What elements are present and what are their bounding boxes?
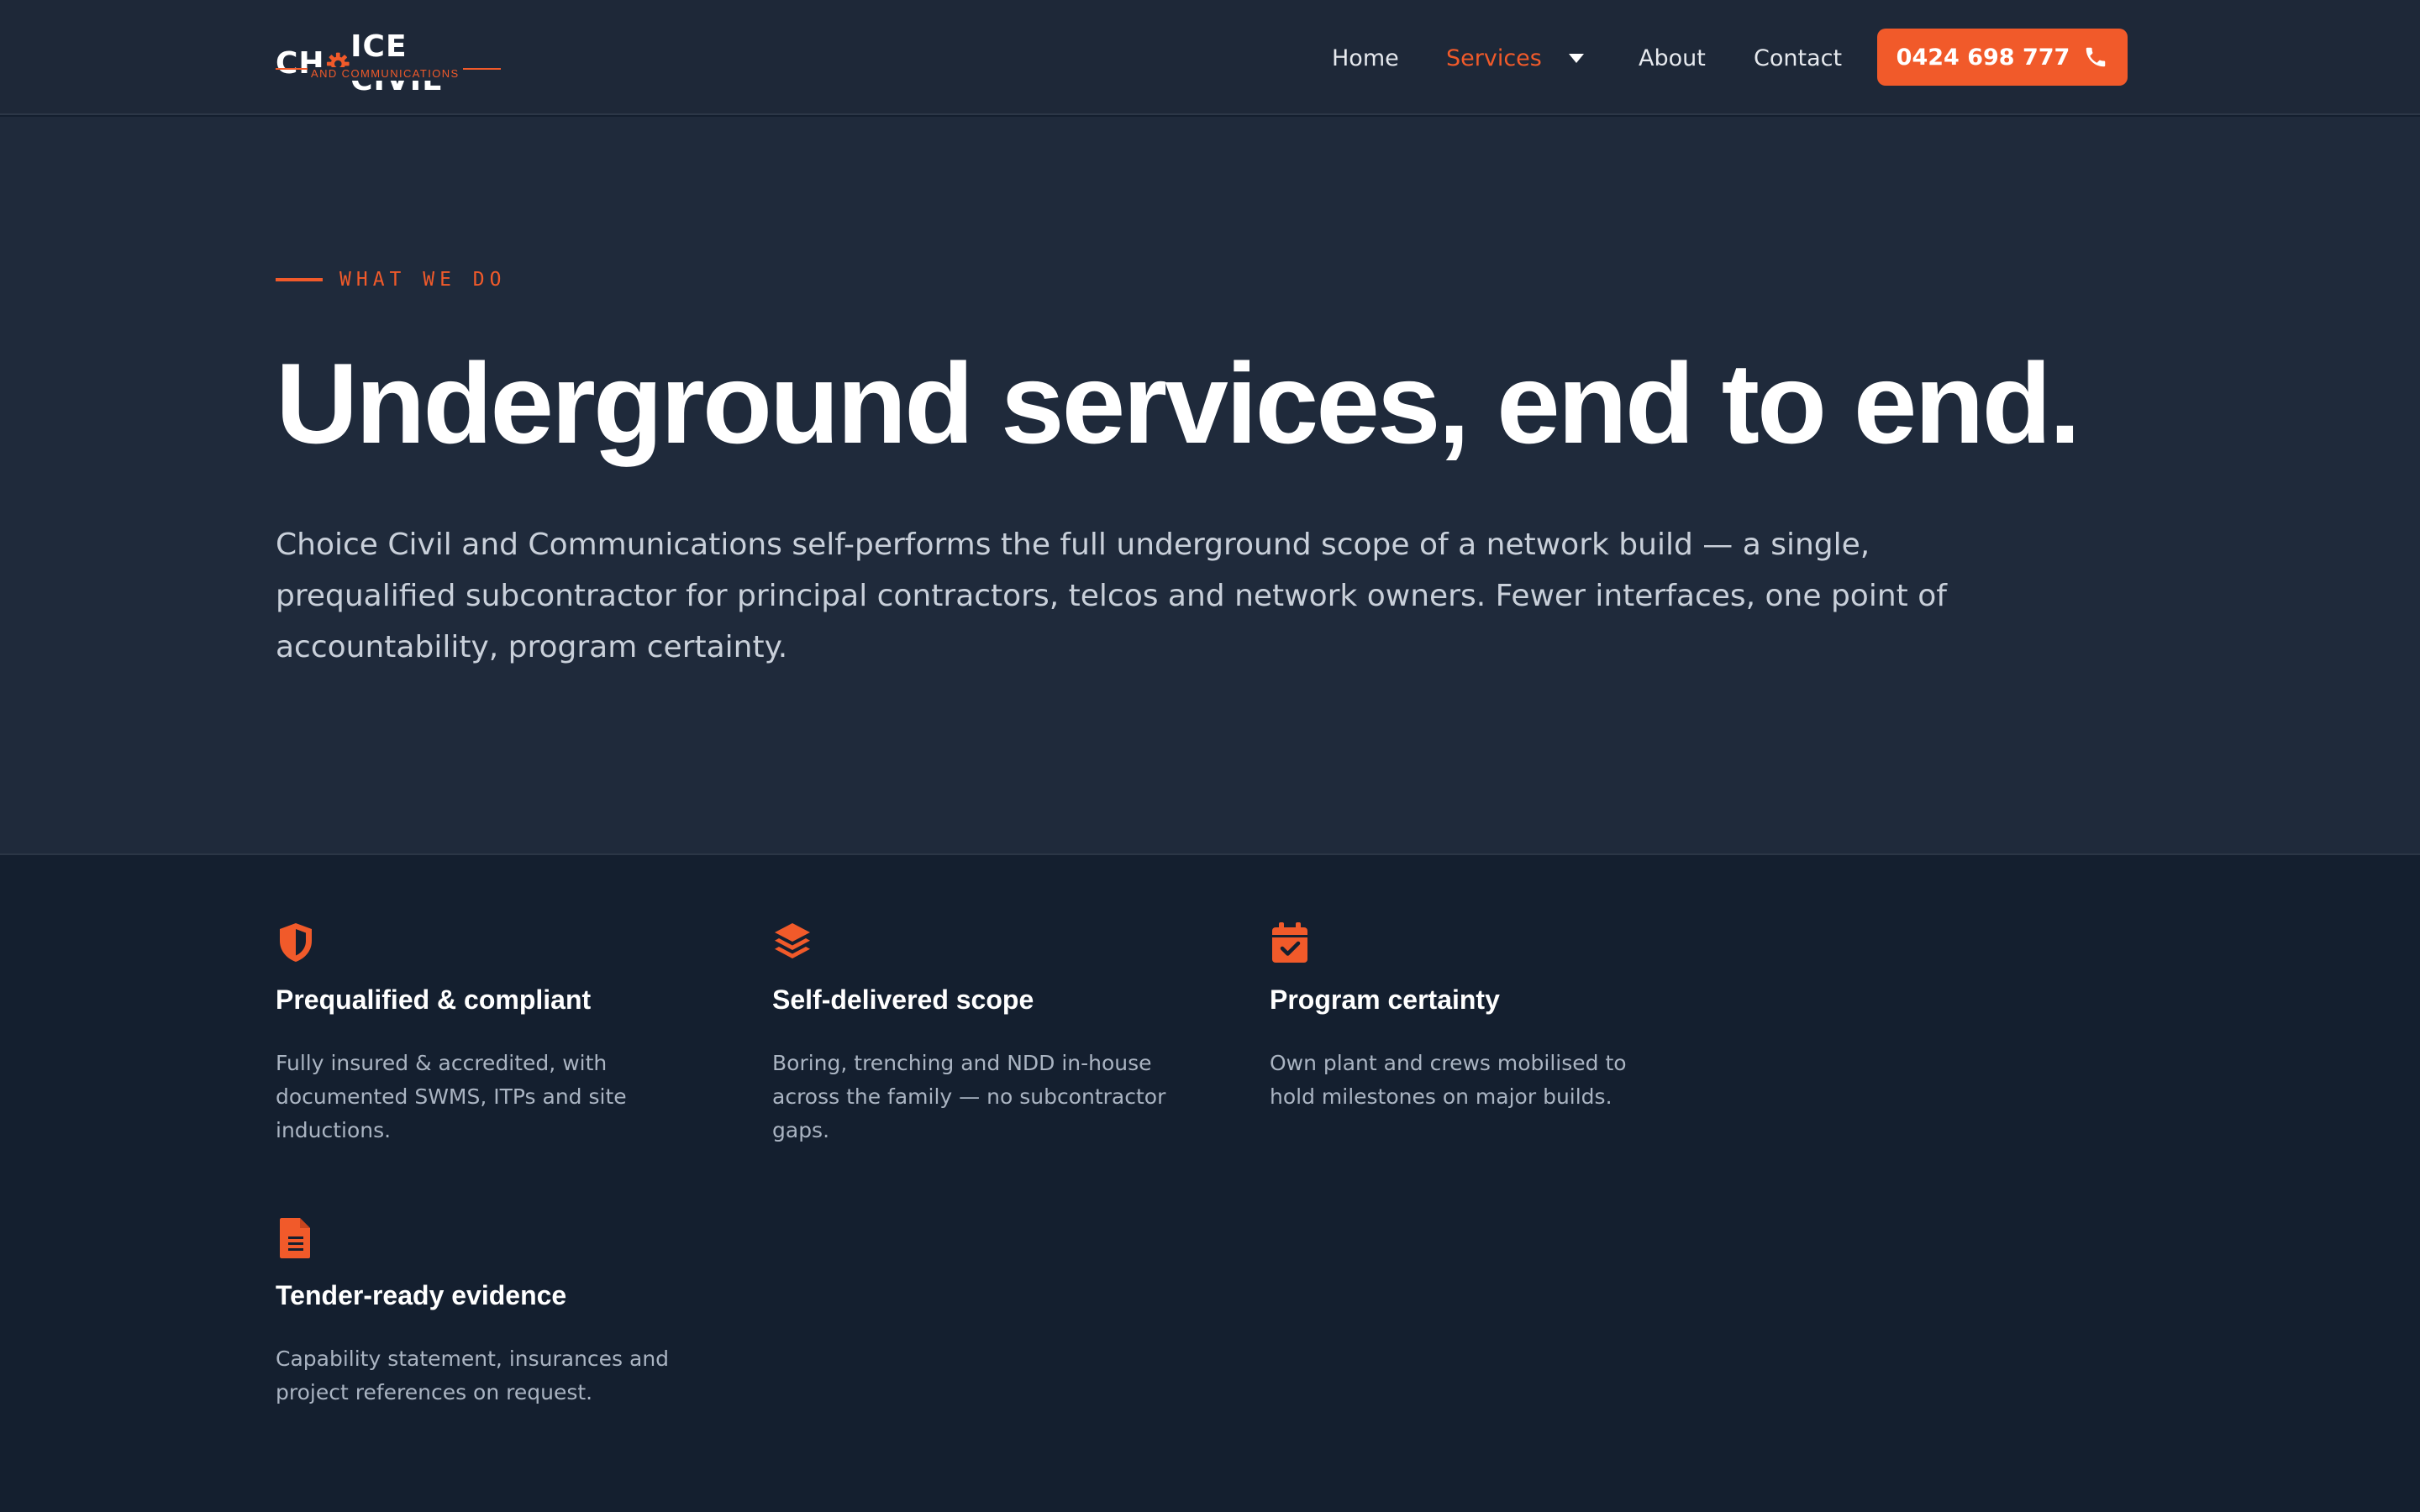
feature-description: Fully insured & accredited, with documen… — [276, 1051, 627, 1142]
feature-card: Program certainty Own plant and crews mo… — [1270, 921, 1673, 1109]
site-header: CH ICE CIVIL AND COMMUNICATIONS — [0, 0, 2420, 115]
call-phone-button[interactable]: 0424 698 777 — [1877, 29, 2128, 86]
section-eyebrow: WHAT WE DO — [276, 269, 506, 291]
feature-title: Tender-ready evidence — [276, 1280, 567, 1310]
caret-down-icon[interactable] — [1569, 53, 1584, 63]
feature-title: Prequalified & compliant — [276, 984, 592, 1015]
logo-text-right: ICE CIVIL — [350, 29, 441, 97]
brand-logo[interactable]: CH ICE CIVIL AND COMMUNICATIONS — [276, 30, 502, 97]
feature-title: Program certainty — [1270, 984, 1500, 1015]
feature-card: Prequalified & compliant Fully insured &… — [276, 921, 679, 1142]
hero-section: WHAT WE DO — [0, 117, 2420, 855]
nav-home[interactable]: Home — [1332, 45, 1399, 71]
eyebrow-rule — [276, 278, 323, 281]
phone-icon — [2086, 47, 2106, 67]
document-icon — [280, 1218, 310, 1258]
page-title: Underground services, end to end. — [276, 339, 2081, 467]
nav-contact[interactable]: Contact — [1754, 45, 1842, 71]
eyebrow-text: WHAT WE DO — [339, 269, 507, 291]
hero-description: Choice Civil and Communications self-per… — [276, 528, 1947, 664]
phone-number: 0424 698 777 — [1896, 44, 2070, 71]
calendar-check-icon — [1272, 922, 1307, 963]
feature-description: Boring, trenching and NDD in-house acros… — [772, 1051, 1166, 1142]
nav-services[interactable]: Services — [1446, 45, 1542, 71]
feature-card: Self-delivered scope Boring, trenching a… — [772, 921, 1176, 1142]
feature-title: Self-delivered scope — [772, 984, 1034, 1015]
logo-wordmark: CH ICE CIVIL — [276, 30, 502, 97]
feature-description: Capability statement, insurances and pro… — [276, 1347, 670, 1404]
layers-icon — [775, 923, 810, 958]
shield-icon — [280, 923, 312, 962]
nav-about[interactable]: About — [1639, 45, 1706, 71]
feature-description: Own plant and crews mobilised to hold mi… — [1270, 1051, 1627, 1109]
feature-card: Tender-ready evidence Capability stateme… — [276, 1216, 679, 1404]
logo-subtitle: AND COMMUNICATIONS — [308, 67, 463, 81]
